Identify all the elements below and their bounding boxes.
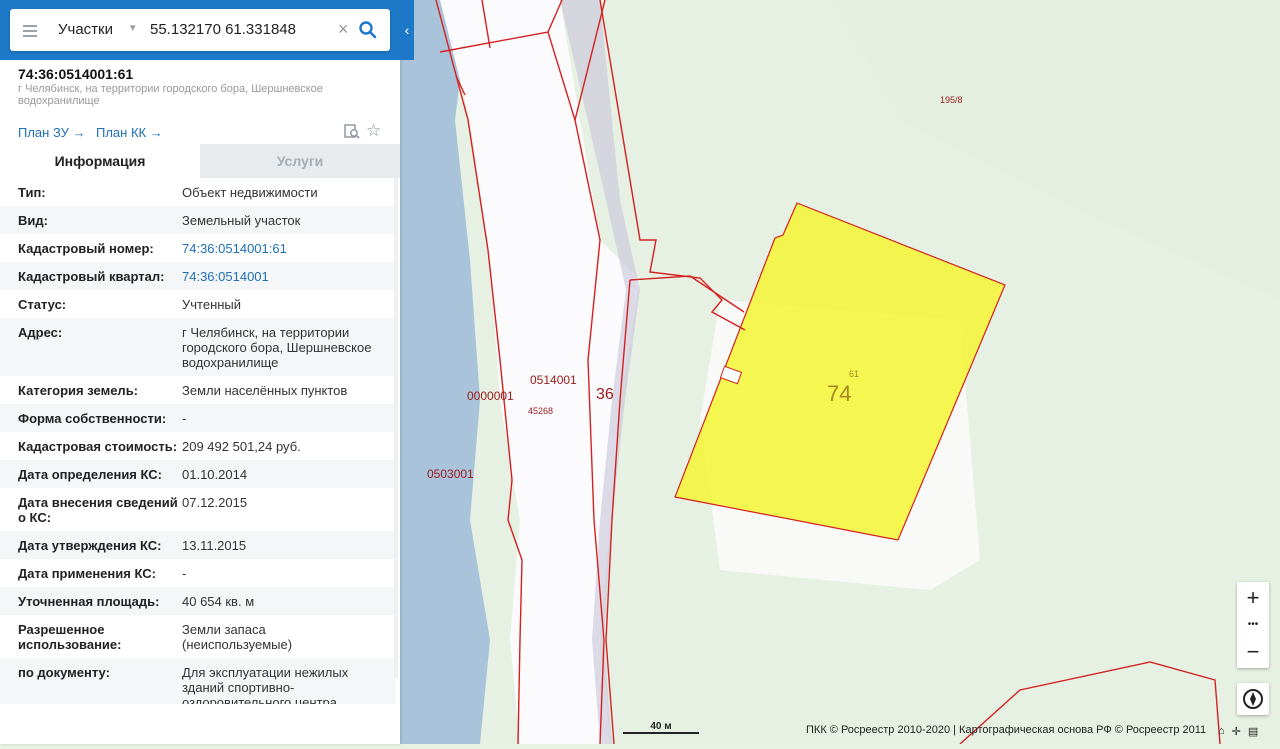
map-label: 0000001 (467, 389, 514, 403)
table-row: Уточненная площадь: 40 654 кв. м (0, 587, 395, 615)
scrollbar[interactable] (394, 178, 398, 678)
crosshair-icon[interactable]: ✛ (1232, 725, 1241, 738)
map-label: 36 (596, 386, 614, 403)
cadastral-number-link[interactable]: 74:36:0514001:61 (182, 241, 377, 256)
home-icon[interactable]: ⌂ (1218, 725, 1225, 738)
zoom-controls: + ••• − (1237, 582, 1269, 668)
more-button[interactable]: ••• (1237, 614, 1269, 636)
map-label: 45268 (528, 406, 554, 416)
table-row: Дата внесения сведений о КС: 07.12.2015 (18, 495, 248, 525)
attributes-table: Тип: Объект недвижимости Вид: Земельный уч… (0, 178, 395, 704)
star-icon[interactable]: ☆ (366, 122, 384, 140)
map-label: 0503001 (427, 467, 474, 481)
compass-icon (1243, 689, 1263, 709)
scale-label: 40 м (650, 721, 672, 732)
scale-bar: 40 м (623, 721, 699, 734)
search-box: Участки ▾ 55.132170 61.331848 × (10, 9, 390, 51)
search-document-icon[interactable] (343, 122, 361, 140)
table-row: Статус: Учтенный (18, 297, 242, 312)
table-row: Дата применения КС: - (18, 566, 187, 581)
tab-information[interactable]: Информация (0, 144, 200, 178)
info-panel: Участки ▾ 55.132170 61.331848 × 74:36:05… (0, 0, 400, 744)
zoom-in-button[interactable]: + (1237, 582, 1269, 614)
parcel-sub-label: 61 (849, 369, 860, 379)
plan-zu-link[interactable]: План ЗУ → (18, 125, 86, 140)
search-icon[interactable] (358, 20, 378, 40)
search-input[interactable]: 55.132170 61.331848 (150, 21, 296, 38)
menu-icon[interactable] (23, 22, 37, 37)
table-row: Дата определения КС: 01.10.2014 (0, 460, 395, 488)
table-row: Кадастровый квартал: 74:36:0514001 (0, 262, 395, 290)
chevron-left-icon: ‹ (404, 22, 410, 38)
table-row: Кадастровая стоимость: 209 492 501,24 руб… (18, 439, 301, 454)
search-bar: Участки ▾ 55.132170 61.331848 × (0, 0, 400, 60)
scale-line (623, 732, 699, 734)
compass-button[interactable] (1237, 683, 1269, 715)
map-label: 195/8 (940, 95, 963, 105)
table-row: Тип: Объект недвижимости (18, 185, 318, 200)
map-label: 0514001 (530, 373, 577, 387)
table-row: Дата утверждения КС: 13.11.2015 (0, 531, 395, 559)
corner-tools: ⌂ ✛ ▤ (1218, 725, 1258, 738)
table-row: Категория земель: Земли населённых пункто… (18, 383, 348, 398)
zoom-out-button[interactable]: − (1237, 636, 1269, 668)
table-row: Кадастровый номер: 74:36:0514001:61 (0, 234, 395, 262)
attribution: ПКК © Росреестр 2010-2020 | Картографиче… (806, 724, 1207, 736)
layers-icon[interactable]: ▤ (1248, 725, 1258, 738)
object-title: 74:36:0514001:61 (18, 66, 134, 82)
table-row: Вид: Земельный участок (0, 206, 395, 234)
collapse-panel-button[interactable]: ‹ (400, 0, 414, 60)
tab-bar: Информация Услуги (0, 144, 400, 178)
table-row: Адрес: г Челябинск, на территории городск… (0, 318, 395, 376)
close-icon[interactable]: × (338, 19, 349, 40)
table-row: Форма собственности: - (0, 404, 395, 432)
object-address: г Челябинск, на территории городского бо… (18, 83, 323, 107)
cadastral-quarter-link[interactable]: 74:36:0514001 (182, 269, 377, 284)
chevron-down-icon[interactable]: ▾ (130, 21, 136, 34)
layer-select[interactable]: Участки (58, 21, 113, 38)
tab-services[interactable]: Услуги (200, 144, 400, 178)
table-row: по документу: Для эксплуатации нежилых зд… (0, 658, 395, 704)
parcel-number-label: 74 (827, 381, 852, 406)
plan-kk-link[interactable]: План КК → (96, 125, 163, 140)
table-row: Разрешенное использование: Земли запаса (… (18, 622, 293, 652)
